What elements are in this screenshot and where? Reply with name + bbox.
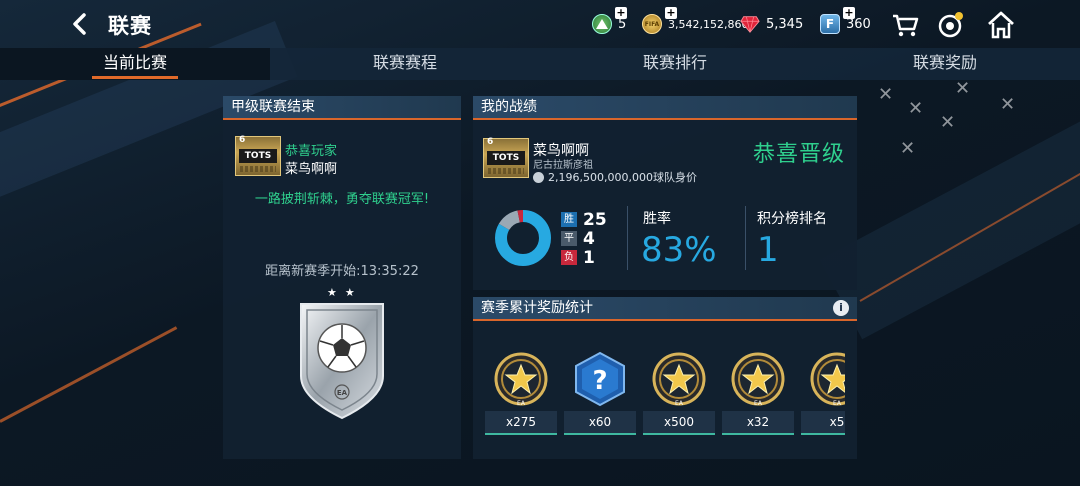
draws-value: 4: [583, 228, 595, 249]
shopping-cart-icon[interactable]: [890, 10, 920, 40]
reward-item[interactable]: EA x275: [485, 347, 557, 439]
tab-rankings[interactable]: 联赛排行: [540, 48, 810, 80]
active-tab-indicator: [92, 76, 178, 79]
team-value: 2,196,500,000,000球队身价: [533, 169, 697, 185]
coin-icon: [533, 171, 544, 183]
tots-card-icon: 6 TOTS: [235, 135, 281, 176]
tab-label: 联赛排行: [642, 53, 707, 72]
gold-star-badge-icon: EA: [493, 351, 549, 407]
panel-heading: 赛季累计奖励统计: [473, 297, 857, 321]
green-token-currency[interactable]: + 5: [592, 7, 627, 36]
player-name: 菜鸟啊啊: [285, 162, 338, 177]
win-tag: 胜: [561, 212, 577, 227]
divider: [745, 206, 746, 270]
green-token-icon: +: [592, 7, 627, 34]
svg-text:?: ?: [592, 366, 607, 396]
silver-football-badge-icon: EA: [293, 298, 391, 422]
svg-text:EA: EA: [517, 400, 526, 407]
reward-quantity: x275: [485, 411, 557, 435]
reward-quantity: x32: [722, 411, 794, 435]
wins-row: 胜 25: [561, 209, 607, 230]
league-end-panel: 甲级联赛结束 6 TOTS 恭喜玩家 菜鸟啊啊 一路披荆斩棘，勇夺联赛冠军! 距…: [223, 96, 461, 459]
tab-schedule[interactable]: 联赛赛程: [270, 48, 540, 80]
rank-label: 积分榜排名: [757, 211, 827, 227]
fifa-coin-icon: FIFA +: [642, 7, 677, 34]
target-icon[interactable]: [936, 10, 966, 40]
ea-logo-text: EA: [337, 389, 348, 397]
draw-tag: 平: [561, 231, 577, 246]
panel-heading: 我的战绩: [473, 96, 857, 120]
gem-currency[interactable]: 5,345: [740, 12, 803, 36]
red-gem-icon: [740, 14, 760, 34]
win-rate-value: 83%: [641, 230, 717, 270]
page-title: 联赛: [108, 14, 152, 38]
tab-label: 联赛赛程: [372, 53, 437, 72]
coin-value: 3,542,152,860: [668, 17, 749, 31]
add-coin-icon[interactable]: +: [665, 7, 677, 19]
panel-heading: 甲级联赛结束: [223, 96, 461, 120]
add-token-icon[interactable]: +: [615, 7, 627, 19]
card-label: TOTS: [487, 151, 525, 165]
reward-item[interactable]: ? x60: [564, 347, 636, 439]
congrats-text: 恭喜玩家: [285, 144, 338, 159]
tab-current-match[interactable]: 当前比赛: [0, 48, 270, 80]
svg-text:EA: EA: [754, 400, 763, 407]
top-bar: 联赛 + 5 FIFA + 3,542,152,860 5,345 F + 36…: [0, 0, 1080, 48]
tots-card-icon: 6 TOTS: [483, 137, 529, 178]
win-loss-donut-chart: [493, 208, 553, 268]
team-value-text: 2,196,500,000,000球队身价: [548, 171, 697, 184]
card-number: 6: [487, 137, 494, 147]
reward-item[interactable]: EA x32: [722, 347, 794, 439]
wins-value: 25: [583, 209, 607, 230]
home-icon[interactable]: [986, 10, 1016, 40]
reward-quantity: x500: [643, 411, 715, 435]
back-arrow-icon[interactable]: [70, 12, 90, 36]
svg-text:EA: EA: [675, 400, 684, 407]
gold-star-badge-icon: EA: [809, 351, 845, 407]
losses-row: 负 1: [561, 247, 607, 268]
info-icon[interactable]: i: [833, 300, 849, 316]
win-draw-loss-list: 胜 25 平 4 负 1: [561, 209, 607, 268]
losses-value: 1: [583, 247, 595, 268]
season-countdown: 距离新赛季开始:13:35:22: [265, 264, 419, 279]
gem-value: 5,345: [766, 16, 804, 32]
champion-slogan: 一路披荆斩棘，勇夺联赛冠军!: [254, 192, 430, 207]
reward-item[interactable]: EA x5: [801, 347, 845, 439]
rank-value: 1: [757, 230, 779, 270]
gold-star-badge-icon: EA: [730, 351, 786, 407]
svg-text:EA: EA: [833, 400, 842, 407]
divider: [627, 206, 628, 270]
tab-label: 联赛奖励: [912, 53, 977, 72]
my-record-panel: 我的战绩 6 TOTS 菜鸟啊啊 尼古拉斯彦祖 2,196,500,000,00…: [473, 96, 857, 290]
reward-quantity: x5: [801, 411, 845, 435]
mystery-question-icon: ?: [572, 351, 628, 407]
tab-rewards[interactable]: 联赛奖励: [810, 48, 1080, 80]
reward-item[interactable]: EA x500: [643, 347, 715, 439]
fpoints-currency[interactable]: F + 360: [820, 7, 871, 36]
draws-row: 平 4: [561, 228, 607, 249]
promotion-status: 恭喜晋级: [752, 142, 845, 167]
coin-currency[interactable]: FIFA + 3,542,152,860: [642, 7, 749, 36]
tab-bar: 当前比赛 联赛赛程 联赛排行 联赛奖励: [0, 48, 1080, 80]
add-fpoints-icon[interactable]: +: [843, 7, 855, 19]
season-rewards-panel: 赛季累计奖励统计 i EA x275? x60 EA x500 EA x32 EA x5: [473, 297, 857, 459]
loss-tag: 负: [561, 250, 577, 265]
card-label: TOTS: [239, 149, 277, 163]
card-number: 6: [239, 135, 246, 145]
f-points-icon: F +: [820, 7, 855, 34]
reward-list[interactable]: EA x275? x60 EA x500 EA x32 EA x5: [485, 347, 845, 439]
tab-label: 当前比赛: [102, 53, 167, 72]
win-rate-label: 胜率: [643, 211, 671, 227]
gold-star-badge-icon: EA: [651, 351, 707, 407]
reward-quantity: x60: [564, 411, 636, 435]
